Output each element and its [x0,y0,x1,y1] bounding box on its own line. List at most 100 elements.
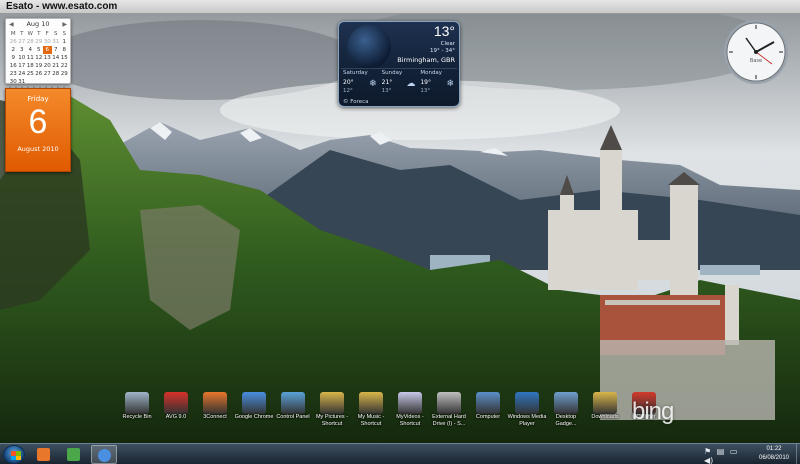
desktop-icon-downloads[interactable]: Downloads [584,392,626,421]
calendar-day-cell[interactable]: 13 [43,54,52,62]
taskbar: ⚑ ▤ ▭ ◀) 01:22 06/08/2010 [0,443,800,464]
desktop-icon-google-chrome[interactable]: Google Chrome [233,392,275,421]
calendar-weekday: Friday [27,95,49,103]
taskbar-date: 06/08/2010 [758,455,790,461]
forecast-low: 13° [420,88,431,94]
calendar-day-cell[interactable]: 2 [9,46,18,54]
calendar-day-cell[interactable]: 24 [18,70,27,78]
show-desktop-button[interactable] [796,444,800,464]
calendar-weekday-header: W [27,31,33,37]
calendar-day-cell[interactable]: 21 [52,62,61,70]
forecast-day: Monday 19° 13° ❄ [418,69,457,98]
calendar-day-view[interactable]: Friday 6 August 2010 [5,88,71,172]
taskbar-button-windows-live[interactable] [61,445,87,464]
calendar-day-cell[interactable]: 27 [18,38,27,46]
weather-condition: Clear [440,41,455,47]
forecast-day-name: Monday [420,70,443,76]
calendar-day-cell[interactable]: 26 [9,38,18,46]
calendar-month-view[interactable]: ◀ Aug 10 ▶ M T W T F S S 26 27 28 29 30 31 1 2 3 4 5 6 7 8 9 1… [5,18,71,85]
system-tray: ⚑ ▤ ▭ ◀) [704,447,750,464]
my-videos-icon [398,392,422,414]
site-banner: Esato - www.esato.com [0,0,800,14]
desktop-icon-windows-media-player[interactable]: Windows Media Player [506,392,548,428]
desktop-icon-label: Control Panel [276,414,310,420]
desktop-icon-label: Computer [475,414,501,420]
recycle-bin-icon [125,392,149,414]
bing-logo: bing [632,398,674,425]
calendar-day-cell[interactable]: 28 [26,38,35,46]
3connect-icon [203,392,227,414]
computer-icon [476,392,500,414]
calendar-day-cell[interactable]: 30 [43,38,52,46]
calendar-day-cell[interactable]: 28 [52,70,61,78]
weather-temperature: 13° [433,23,455,39]
calendar-day-cell[interactable]: 8 [60,46,69,54]
calendar-day-cell[interactable]: 9 [9,54,18,62]
calendar-day-cell[interactable]: 15 [60,54,69,62]
calendar-day-cell[interactable]: 22 [60,62,69,70]
desktop-icon-desktop-gadgets[interactable]: Desktop Gadge... [545,392,587,428]
calendar-day-cell[interactable]: 29 [60,70,69,78]
site-banner-text: Esato - www.esato.com [6,1,118,12]
avg-icon [164,392,188,414]
desktop-icon-label: My Music - Shortcut [357,414,385,427]
start-button[interactable] [3,445,25,464]
flag-icon[interactable]: ⚑ [704,447,711,456]
calendar-gadget[interactable]: ◀ Aug 10 ▶ M T W T F S S 26 27 28 29 30 31 1 2 3 4 5 6 7 8 9 1… [5,18,71,172]
google-chrome-icon [242,392,266,414]
desktop-icon-3connect[interactable]: 3Connect [194,392,236,421]
desktop-icon-label: Downloads [591,414,619,420]
3connect-icon [37,448,50,461]
desktop-icon-my-pictures[interactable]: My Pictures - Shortcut [311,392,353,428]
display-icon[interactable]: ▭ [730,447,738,456]
calendar-day-cell[interactable]: 5 [35,46,44,54]
calendar-day-cell[interactable]: 12 [35,54,44,62]
desktop-icon-label: Desktop Gadge... [555,414,577,427]
desktop-icons: Recycle Bin AVG 9.0 3Connect Google Chrome C… [116,392,696,440]
calendar-day-cell[interactable]: 20 [43,62,52,70]
desktop-icon-computer[interactable]: Computer [467,392,509,421]
calendar-weekday-header: S [54,31,58,37]
chevron-left-icon[interactable]: ◀ [9,19,14,30]
desktop-icon-recycle-bin[interactable]: Recycle Bin [116,392,158,421]
calendar-day-cell[interactable]: 3 [18,46,27,54]
taskbar-clock[interactable]: 01:22 06/08/2010 [752,445,796,463]
weather-credit[interactable]: © Foreca [343,99,369,105]
calendar-day-cell[interactable]: 4 [26,46,35,54]
chevron-right-icon[interactable]: ▶ [62,19,67,30]
weather-gadget[interactable]: 13° Clear 19° - 34° Birmingham, GBR Satu… [338,21,460,107]
calendar-day-cell[interactable]: 25 [26,70,35,78]
calendar-day-cell[interactable]: 27 [43,70,52,78]
calendar-day-cell[interactable]: 26 [35,70,44,78]
taskbar-button-3connect[interactable] [31,445,57,464]
calendar-day-cell[interactable]: 10 [18,54,27,62]
volume-icon[interactable]: ◀) [704,456,713,464]
calendar-day-cell[interactable]: 23 [9,70,18,78]
my-music-icon [359,392,383,414]
network-icon[interactable]: ▤ [717,447,725,456]
calendar-day-cell[interactable]: 11 [26,54,35,62]
calendar-day-cell[interactable]: 31 [52,38,61,46]
clock-gadget[interactable]: Base [722,18,790,86]
desktop-icon-label: 3Connect [203,414,227,420]
desktop-icon-my-music[interactable]: My Music - Shortcut [350,392,392,428]
calendar-day-cell[interactable]: 7 [52,46,61,54]
calendar-day-cell[interactable]: 19 [35,62,44,70]
calendar-day-cell[interactable]: 17 [18,62,27,70]
calendar-weekday-header: T [20,31,24,37]
calendar-weekday-header: T [37,31,41,37]
calendar-day-cell[interactable]: 29 [35,38,44,46]
taskbar-button-google-chrome[interactable] [91,445,117,464]
desktop-icon-label: Google Chrome [234,414,274,420]
calendar-day-cell[interactable]: 1 [60,38,69,46]
desktop-icon-external-hard-drive[interactable]: External Hard Drive (I) - S... [428,392,470,428]
desktop-icon-my-videos[interactable]: MyVideos - Shortcut [389,392,431,428]
calendar-day-cell[interactable]: 6 [43,46,52,54]
desktop-icon-control-panel[interactable]: Control Panel [272,392,314,421]
calendar-day-cell[interactable]: 18 [26,62,35,70]
forecast-day: Sunday 21° 13° ☁ [380,69,419,98]
taskbar-time: 01:22 [766,446,782,452]
desktop-icon-avg[interactable]: AVG 9.0 [155,392,197,421]
calendar-day-cell[interactable]: 14 [52,54,61,62]
calendar-day-cell[interactable]: 16 [9,62,18,70]
